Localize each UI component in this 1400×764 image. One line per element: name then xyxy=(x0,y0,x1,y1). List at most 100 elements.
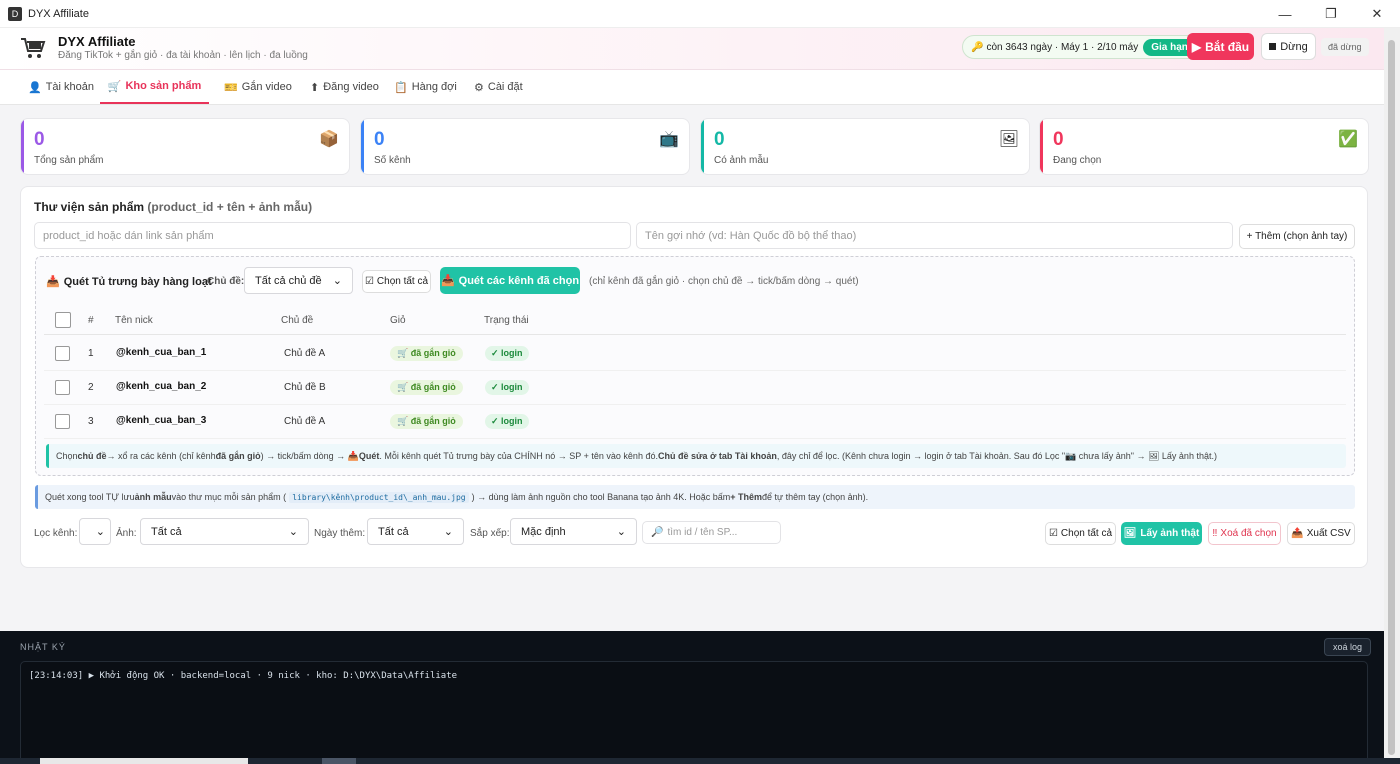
tab-post-video[interactable]: ⬆ Đăng video xyxy=(306,70,383,104)
tab-label: Cài đặt xyxy=(487,81,523,93)
export-icon: 📤 xyxy=(1291,528,1304,539)
tab-settings[interactable]: ⚙ Cài đặt xyxy=(470,70,527,104)
image-filter-select[interactable]: Tất cả ⌄ xyxy=(140,518,309,545)
stat-value: 0 xyxy=(34,129,45,150)
tab-products[interactable]: 🛒 Kho sản phẩm xyxy=(100,70,209,104)
chevron-down-icon: ⌄ xyxy=(95,526,105,538)
add-manual-button[interactable]: + Thêm (chọn ảnh tay) xyxy=(1239,224,1355,249)
row-index: 1 xyxy=(88,348,94,359)
get-real-images-button[interactable]: 🖼 Lấy ảnh thật xyxy=(1121,522,1202,545)
scrollbar-thumb[interactable] xyxy=(1388,40,1395,755)
search-placeholder: tìm id / tên SP... xyxy=(667,527,738,538)
stat-selected: 0 Đang chọn ✅ xyxy=(1039,118,1369,175)
play-icon: ▶ xyxy=(1191,39,1202,54)
ticket-icon: 🎫 xyxy=(224,81,238,94)
stat-with-sample-image: 0 Có ảnh mẫu 🖼 xyxy=(700,118,1030,175)
scan-button-label: Quét các kênh đã chọn xyxy=(458,274,580,287)
scan-selected-channels-button[interactable]: 📥 Quét các kênh đã chọn xyxy=(440,267,580,294)
row-nick: @kenh_cua_ban_3 xyxy=(116,415,207,426)
export-csv-button[interactable]: 📤 Xuất CSV xyxy=(1287,522,1355,545)
product-library-panel: Thư viện sản phẩm (product_id + tên + ản… xyxy=(20,186,1368,568)
col-cart: Giỏ xyxy=(390,315,406,326)
tab-accounts[interactable]: 👤 Tài khoản xyxy=(24,70,98,104)
start-button[interactable]: ▶ Bắt đầu xyxy=(1187,33,1254,60)
product-search-input[interactable]: 🔎 tìm id / tên SP... xyxy=(642,521,781,544)
info-text: Quét xong tool TỰ lưu xyxy=(45,492,135,502)
stop-label: Dừng xyxy=(1280,40,1308,53)
channel-table-header: # Tên nick Chủ đề Giỏ Trạng thái xyxy=(44,311,1346,335)
chevron-down-icon: ⌄ xyxy=(288,526,298,538)
select-all-checkbox[interactable] xyxy=(55,312,71,328)
row-nick: @kenh_cua_ban_2 xyxy=(116,381,207,392)
license-text: còn 3643 ngày · Máy 1 · 2/10 máy xyxy=(986,41,1139,53)
product-id-input[interactable]: product_id hoặc dán link sản phẩm xyxy=(34,222,631,249)
checkbox-icon: ☑ xyxy=(364,276,374,287)
product-name-input[interactable]: Tên gợi nhớ (vd: Hàn Quốc đồ bộ thể thao… xyxy=(636,222,1233,249)
log-line: [23:14:03] ▶ Khởi động OK · backend=loca… xyxy=(29,671,458,681)
channel-filter-select[interactable]: ⌄ xyxy=(79,518,111,545)
picture-icon: 🖼 xyxy=(1123,528,1137,539)
stop-button[interactable]: Dừng xyxy=(1261,33,1316,60)
taskbar-app[interactable] xyxy=(322,758,356,764)
clear-log-button[interactable]: xoá log xyxy=(1324,638,1372,656)
channel-filter-label: Lọc kênh: xyxy=(34,528,78,539)
note-text: . Mỗi kênh quét Tủ trưng bày của CHÍNH n… xyxy=(379,451,658,461)
topic-value: Tất cả chủ đề xyxy=(255,274,322,287)
stat-label: Số kênh xyxy=(374,155,411,166)
tab-queue[interactable]: 📋 Hàng đợi xyxy=(390,70,461,104)
minimize-icon[interactable]: — xyxy=(1262,0,1308,28)
note-text: Chọn xyxy=(56,451,78,461)
maximize-icon[interactable]: ❐ xyxy=(1308,0,1354,28)
row-checkbox[interactable] xyxy=(55,346,70,361)
scan-instructions-note: Chọn chủ đề → xổ ra các kênh (chỉ kênh đ… xyxy=(46,444,1346,468)
date-filter-select[interactable]: Tất cả ⌄ xyxy=(367,518,464,545)
table-row[interactable]: 3 @kenh_cua_ban_3 Chủ đề A 🛒 đã gắn giỏ … xyxy=(44,405,1346,439)
sort-value: Mặc định xyxy=(521,525,566,538)
cart-logo-icon xyxy=(20,36,46,67)
log-output: [23:14:03] ▶ Khởi động OK · backend=loca… xyxy=(20,661,1368,764)
row-checkbox[interactable] xyxy=(55,414,70,429)
sort-select[interactable]: Mặc định ⌄ xyxy=(510,518,637,545)
table-row[interactable]: 2 @kenh_cua_ban_2 Chủ đề B 🛒 đã gắn giỏ … xyxy=(44,371,1346,405)
select-all-products-button[interactable]: ☑ Chọn tất cả xyxy=(1045,522,1116,545)
row-topic: Chủ đề A xyxy=(284,416,326,427)
user-icon: 👤 xyxy=(28,81,42,94)
login-badge: ✓ login xyxy=(485,414,529,429)
license-badge: 🔑 còn 3643 ngày · Máy 1 · 2/10 máy Gia h… xyxy=(962,35,1200,59)
login-badge: ✓ login xyxy=(485,346,529,361)
scan-select-all-button[interactable]: ☑ Chọn tất cả xyxy=(362,270,431,293)
close-icon[interactable]: ✕ xyxy=(1354,0,1400,28)
tab-label: Hàng đợi xyxy=(411,81,457,93)
image-filter-value: Tất cả xyxy=(151,525,182,538)
gear-icon: ⚙ xyxy=(474,81,484,94)
stat-label: Tổng sản phẩm xyxy=(34,155,104,166)
delete-selected-label: Xoá đã chọn xyxy=(1220,528,1277,539)
brand-tagline: Đăng TikTok + gắn giỏ · đa tài khoản · l… xyxy=(58,50,308,61)
note-bold: Quét xyxy=(358,451,380,461)
cart-badge: 🛒 đã gắn giỏ xyxy=(390,346,463,361)
date-filter-label: Ngày thêm: xyxy=(314,528,366,539)
brand-name: DYX Affiliate xyxy=(58,34,136,49)
stat-label: Đang chọn xyxy=(1053,155,1102,166)
vertical-scrollbar[interactable] xyxy=(1384,28,1400,764)
tab-attach-video[interactable]: 🎫 Gắn video xyxy=(220,70,296,104)
scan-title: 📥 Quét Tủ trưng bày hàng loạt xyxy=(46,275,212,289)
select-all-label: Chọn tất cả xyxy=(1060,528,1113,539)
topic-select[interactable]: Tất cả chủ đề ⌄ xyxy=(244,267,353,294)
table-row[interactable]: 1 @kenh_cua_ban_1 Chủ đề A 🛒 đã gắn giỏ … xyxy=(44,337,1346,371)
taskbar-search[interactable] xyxy=(40,758,248,764)
search-icon: 🔎 xyxy=(651,527,664,538)
cart-icon: 🛒 xyxy=(107,80,122,93)
login-badge: ✓ login xyxy=(485,380,529,395)
col-topic: Chủ đề xyxy=(281,315,314,326)
stat-value: 0 xyxy=(374,129,385,150)
app-icon: D xyxy=(8,6,22,21)
sample-image-info: Quét xong tool TỰ lưu ảnh mẫu vào thư mụ… xyxy=(35,485,1355,509)
tv-icon: 📺 xyxy=(659,131,679,148)
row-checkbox[interactable] xyxy=(55,380,70,395)
sort-label: Sắp xếp: xyxy=(470,528,510,539)
select-all-label: Chọn tất cả xyxy=(376,276,429,287)
key-icon: 🔑 xyxy=(971,41,984,53)
title-bar: D DYX Affiliate — ❐ ✕ xyxy=(0,0,1400,28)
delete-selected-button[interactable]: ‼ Xoá đã chọn xyxy=(1208,522,1281,545)
